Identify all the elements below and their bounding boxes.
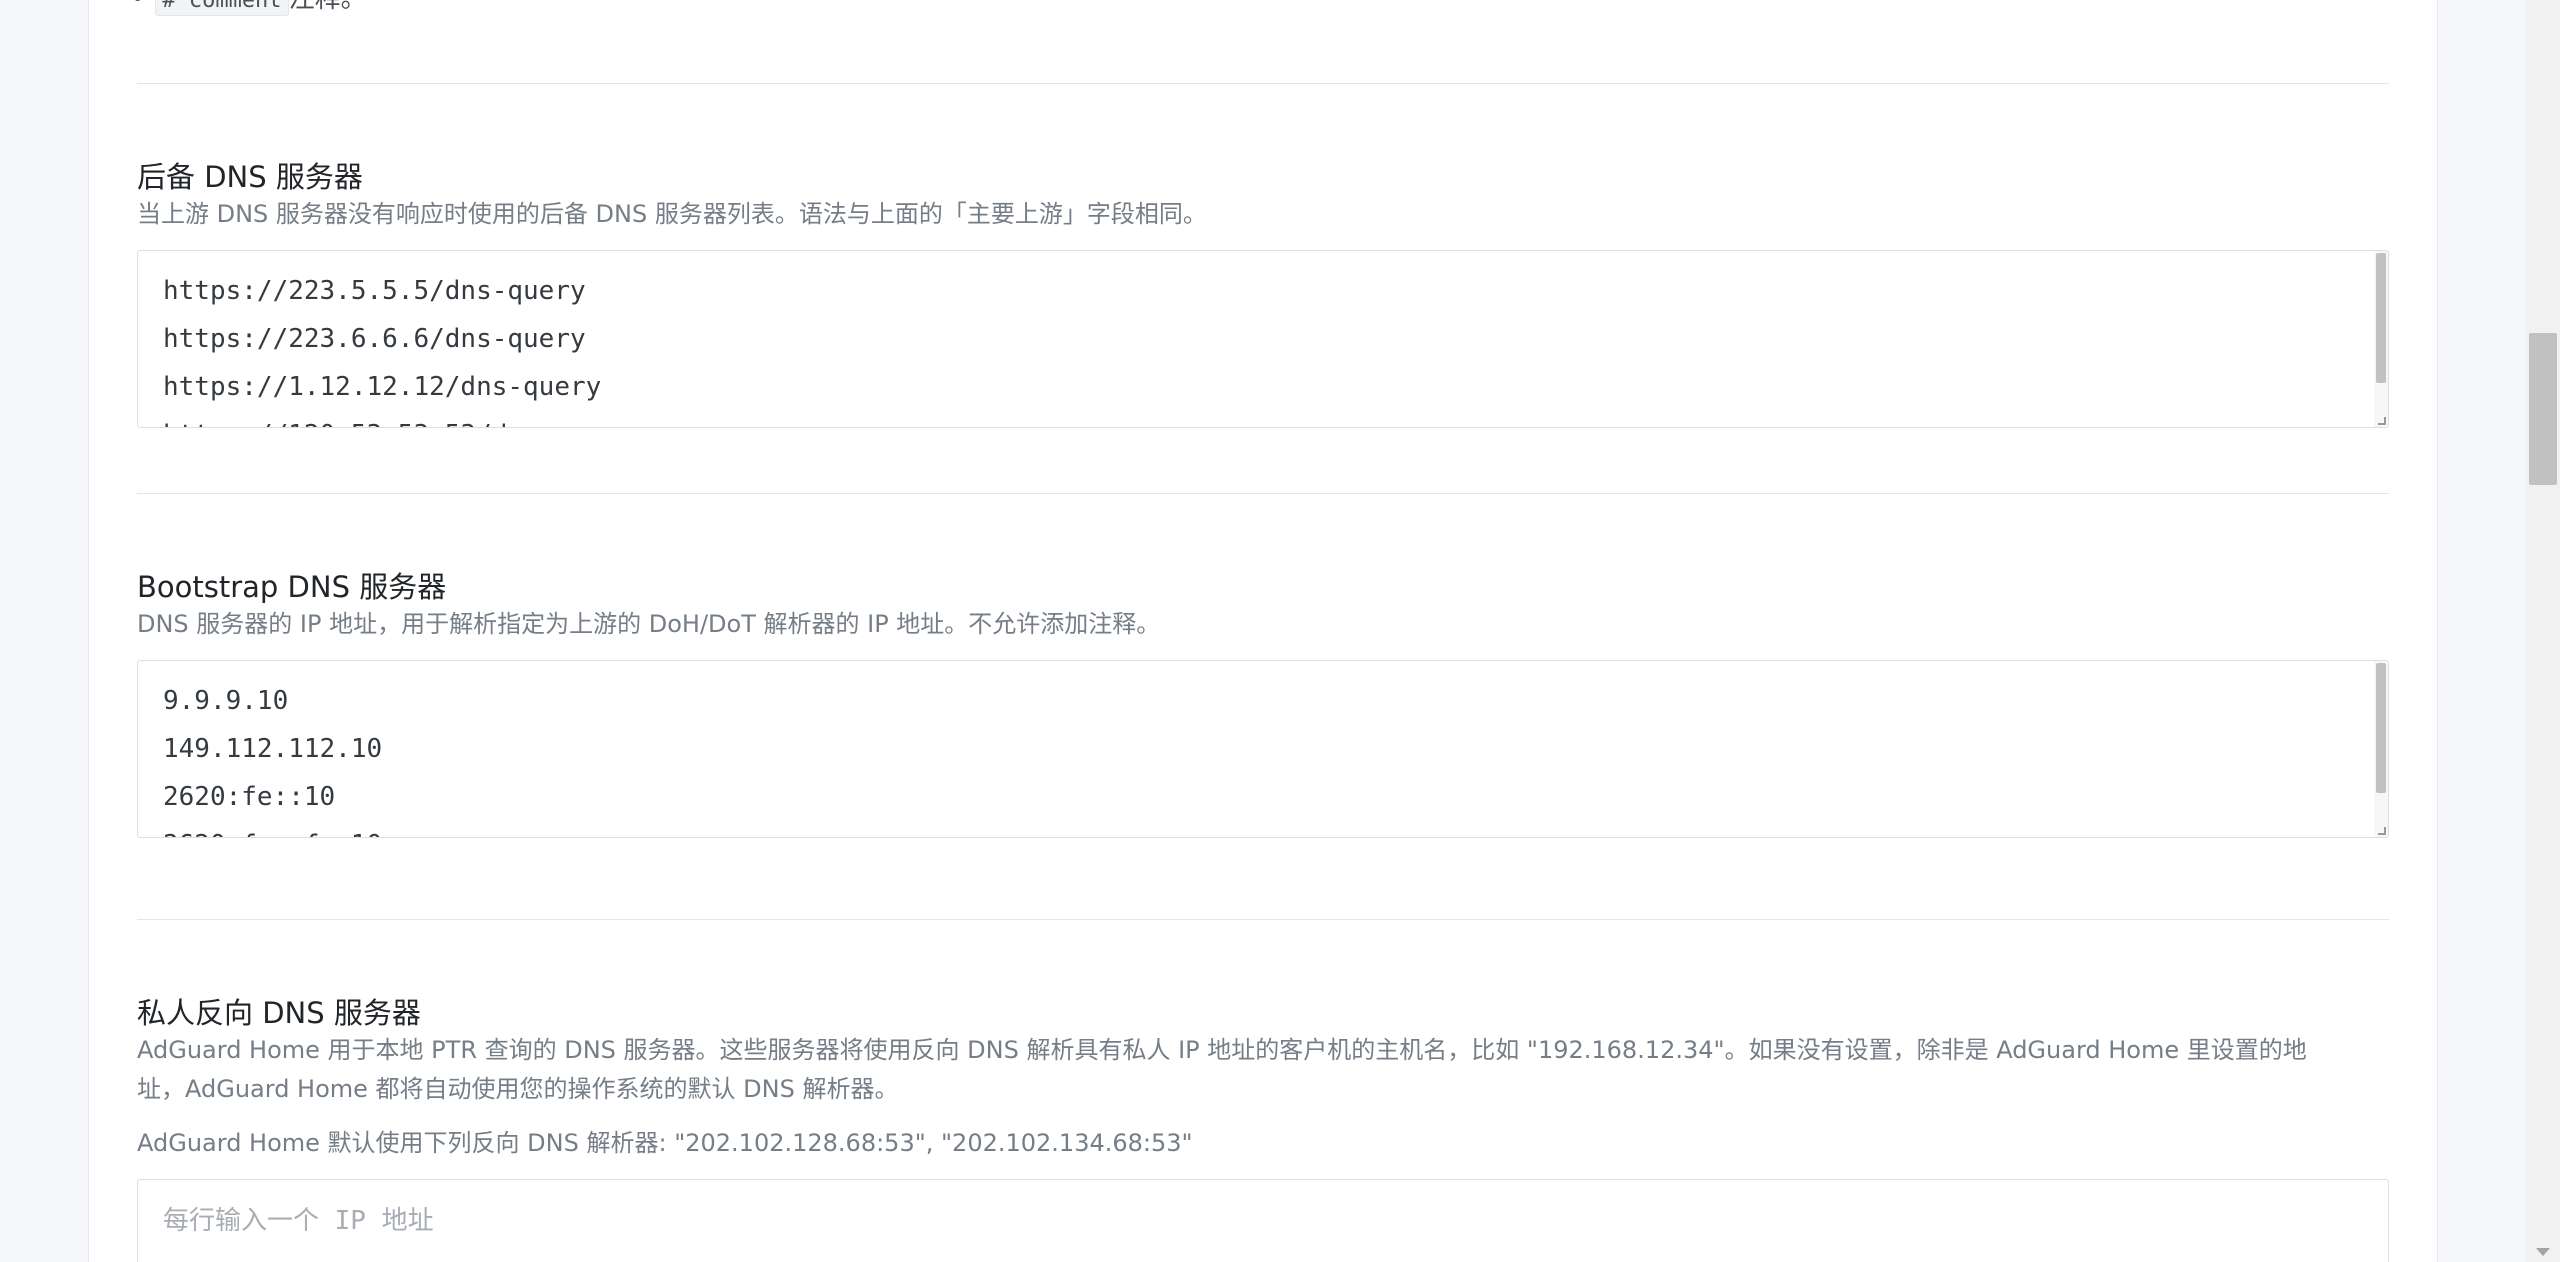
page: • # comment注释。 后备 DNS 服务器 当上游 DNS 服务器没有响应…	[0, 0, 2560, 1262]
fallback-dns-scrollbar[interactable]	[2374, 251, 2388, 427]
fallback-dns-description: 当上游 DNS 服务器没有响应时使用的后备 DNS 服务器列表。语法与上面的「主…	[137, 200, 1207, 228]
private-reverse-dns-title: 私人反向 DNS 服务器	[137, 996, 421, 1030]
private-reverse-dns-placeholder: 每行输入一个 IP 地址	[163, 1206, 434, 1236]
bootstrap-dns-line: 9.9.9.10	[163, 686, 289, 716]
page-scrollbar-thumb[interactable]	[2529, 333, 2557, 485]
bootstrap-dns-lines: 9.9.9.10 149.112.112.10 2620:fe::10 2620…	[163, 677, 2358, 837]
divider	[137, 919, 2389, 920]
resize-handle-icon[interactable]	[2378, 417, 2386, 425]
bootstrap-dns-line: 2620:fe::10	[163, 782, 336, 812]
divider	[137, 493, 2389, 494]
bootstrap-dns-description: DNS 服务器的 IP 地址，用于解析指定为上游的 DoH/DoT 解析器的 I…	[137, 610, 1161, 638]
bootstrap-dns-scrollbar-thumb[interactable]	[2376, 663, 2386, 793]
scroll-down-arrow-icon[interactable]	[2536, 1248, 2550, 1256]
private-reverse-dns-description-line: AdGuard Home 用于本地 PTR 查询的 DNS 服务器。这些服务器将…	[137, 1036, 2307, 1064]
fallback-dns-scrollbar-thumb[interactable]	[2376, 253, 2386, 383]
bootstrap-dns-textarea[interactable]: 9.9.9.10 149.112.112.10 2620:fe::10 2620…	[137, 660, 2389, 838]
top-fragment: • # comment注释。	[130, 0, 367, 16]
divider	[137, 83, 2389, 84]
fallback-dns-lines: https://223.5.5.5/dns-query https://223.…	[163, 267, 2358, 427]
private-reverse-dns-description: AdGuard Home 用于本地 PTR 查询的 DNS 服务器。这些服务器将…	[137, 1031, 2389, 1109]
fallback-dns-textarea[interactable]: https://223.5.5.5/dns-query https://223.…	[137, 250, 2389, 428]
fallback-dns-line: https://1.12.12.12/dns-query	[163, 372, 602, 402]
list-bullet: •	[130, 0, 145, 14]
fallback-dns-line: https://223.6.6.6/dns-query	[163, 324, 586, 354]
fallback-dns-title: 后备 DNS 服务器	[137, 160, 363, 194]
fallback-dns-line: https://223.5.5.5/dns-query	[163, 276, 586, 306]
bootstrap-dns-line: 2620:fe::fe:10	[163, 821, 2358, 837]
comment-code: # comment	[155, 0, 289, 16]
private-reverse-dns-default-note: AdGuard Home 默认使用下列反向 DNS 解析器: "202.102.…	[137, 1129, 1193, 1157]
resize-handle-icon[interactable]	[2378, 827, 2386, 835]
bootstrap-dns-scrollbar[interactable]	[2374, 661, 2388, 837]
page-scrollbar[interactable]	[2526, 0, 2560, 1262]
top-fragment-suffix: 注释。	[289, 0, 367, 14]
bootstrap-dns-title: Bootstrap DNS 服务器	[137, 570, 447, 604]
private-reverse-dns-description-line: 址，AdGuard Home 都将自动使用您的操作系统的默认 DNS 解析器。	[137, 1075, 899, 1103]
bootstrap-dns-line: 149.112.112.10	[163, 734, 383, 764]
fallback-dns-line: https://120.53.53.53/dns-query	[163, 411, 2358, 427]
private-reverse-dns-textarea[interactable]: 每行输入一个 IP 地址	[137, 1179, 2389, 1262]
